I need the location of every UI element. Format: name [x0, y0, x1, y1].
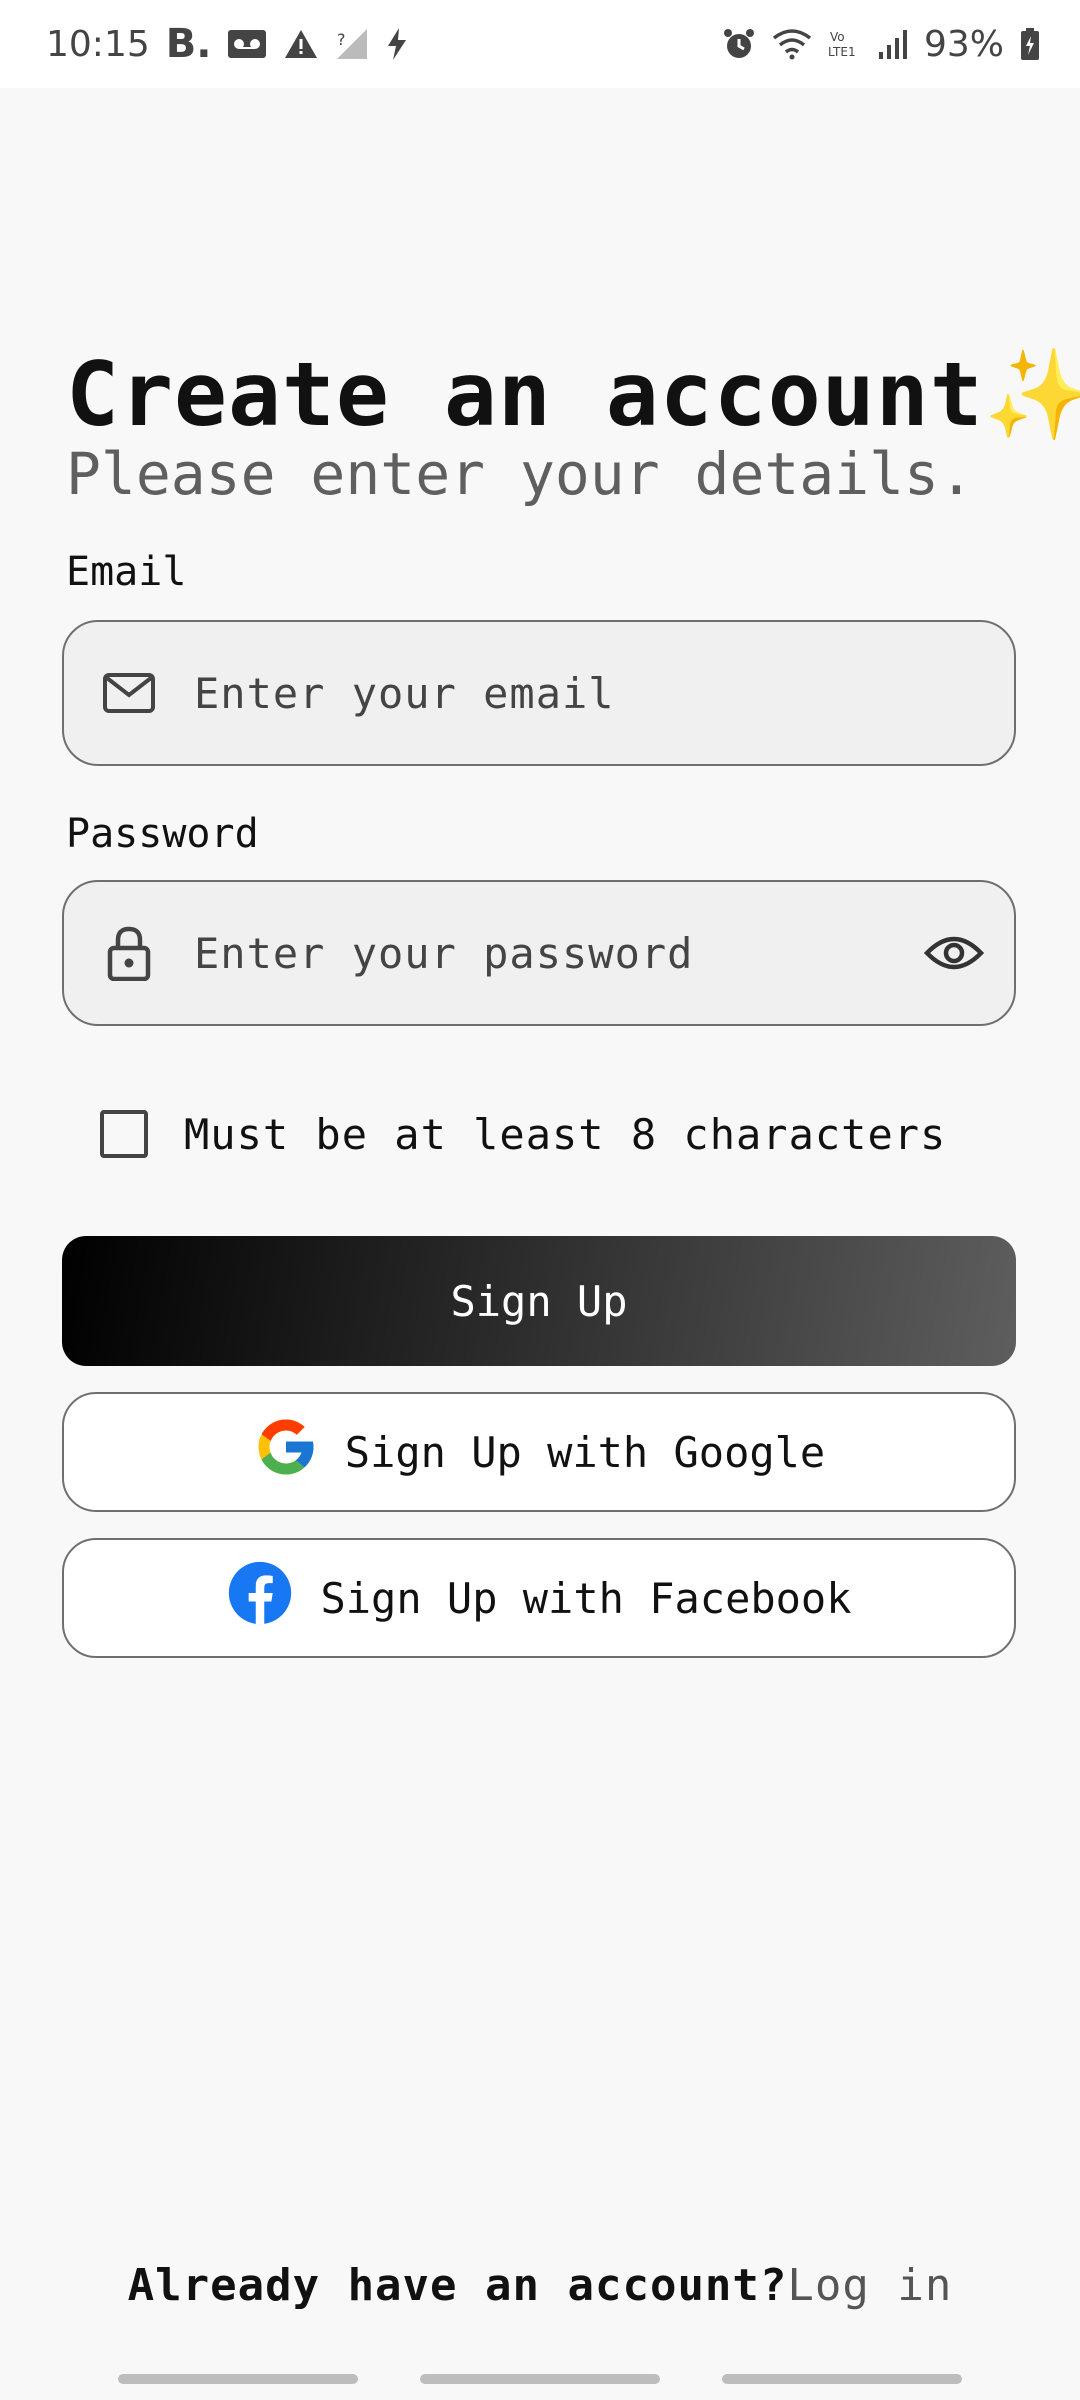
signal-icon — [878, 28, 908, 60]
sign-up-button-label: Sign Up — [450, 1276, 628, 1326]
wifi-icon — [772, 28, 812, 60]
no-signal-icon: ? — [335, 27, 369, 61]
email-label: Email — [66, 549, 187, 595]
page-subtitle: Please enter your details. — [66, 440, 974, 508]
google-icon — [253, 1414, 319, 1490]
login-link[interactable]: Log in — [787, 2260, 952, 2311]
google-button-label: Sign Up with Google — [344, 1427, 826, 1477]
facebook-button-label: Sign Up with Facebook — [320, 1573, 852, 1623]
voicemail-icon — [227, 29, 267, 59]
password-requirement-row: Must be at least 8 characters — [100, 1104, 946, 1164]
status-bar: 10:15 B. ? Vo LTE1 93% — [0, 0, 1080, 88]
google-sign-up-button[interactable]: Sign Up with Google — [62, 1392, 1016, 1512]
nav-home-hint[interactable] — [420, 2374, 660, 2384]
status-bar-right: Vo LTE1 93% — [722, 24, 1040, 65]
status-bar-left: 10:15 B. ? — [46, 21, 409, 67]
email-input[interactable] — [194, 668, 1014, 718]
svg-text:?: ? — [337, 30, 346, 49]
facebook-sign-up-button[interactable]: Sign Up with Facebook — [62, 1538, 1016, 1658]
page-title: Create an account✨ — [66, 343, 1080, 446]
volte-icon: Vo LTE1 — [828, 28, 862, 60]
facebook-icon — [226, 1559, 294, 1637]
mail-icon — [64, 673, 194, 713]
warning-icon — [283, 28, 319, 60]
password-label: Password — [66, 811, 259, 857]
requirement-checkbox[interactable] — [100, 1110, 148, 1158]
password-field[interactable] — [62, 880, 1016, 1026]
svg-text:Vo: Vo — [830, 30, 845, 44]
battery-icon — [1020, 27, 1040, 61]
battery-percent: 93% — [923, 23, 1004, 65]
nav-back-hint[interactable] — [722, 2374, 962, 2384]
eye-icon[interactable] — [894, 933, 1014, 973]
nav-recents-hint[interactable] — [118, 2374, 358, 2384]
login-prompt: Already have an account?Log in — [0, 2260, 1080, 2311]
login-prompt-text: Already have an account? — [127, 2260, 788, 2311]
charging-icon — [385, 27, 409, 61]
b-notification-icon: B. — [165, 21, 212, 67]
status-time: 10:15 — [46, 23, 150, 65]
lock-icon — [64, 925, 194, 981]
sign-up-button[interactable]: Sign Up — [62, 1236, 1016, 1366]
email-field[interactable] — [62, 620, 1016, 766]
password-input[interactable] — [194, 928, 894, 978]
svg-text:LTE1: LTE1 — [828, 45, 856, 59]
alarm-icon — [722, 27, 756, 61]
requirement-label: Must be at least 8 characters — [184, 1109, 947, 1159]
